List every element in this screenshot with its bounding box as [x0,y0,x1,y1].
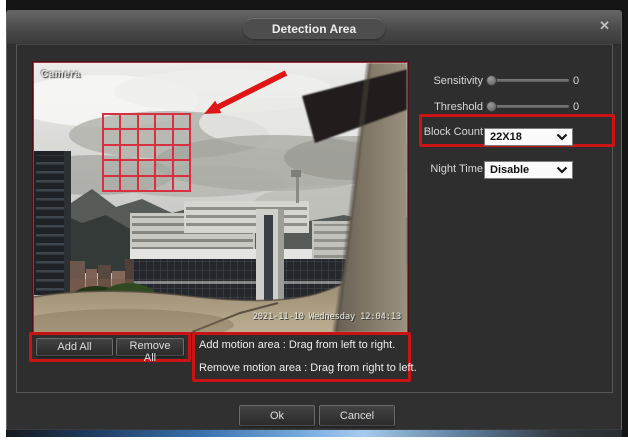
camera-preview-surface[interactable]: Camera 2021-11-10 Wednesday 12:04:13 [32,61,409,334]
block-count-selected: 22X18 [490,131,522,143]
threshold-slider-track[interactable] [491,105,569,108]
add-all-button[interactable]: Add All [36,338,113,356]
threshold-value: 0 [573,101,580,113]
chevron-down-icon [556,133,568,141]
grid-cell [103,114,121,130]
grid-cell [155,144,173,161]
grid-cell [137,175,156,191]
dialog-title: Detection Area [243,18,385,39]
camera-osd-label: Camera [41,69,81,80]
grid-cell [172,175,190,191]
remove-all-button[interactable]: Remove All [116,338,184,364]
chevron-down-icon [556,166,568,174]
grid-cell [120,114,138,130]
grid-cell [103,175,121,191]
left-tower [34,151,71,295]
cancel-button[interactable]: Cancel [319,405,395,426]
grid-cell [137,129,156,145]
sensitivity-slider[interactable] [486,75,572,87]
sensitivity-slider-track[interactable] [491,79,569,82]
grid-cell [137,160,156,176]
detection-area-dialog: Detection Area ✕ Camera 2021-11-10 Wedne… [6,10,622,430]
close-icon[interactable]: ✕ [599,19,610,33]
threshold-slider-thumb[interactable] [486,101,497,112]
sensitivity-slider-thumb[interactable] [486,75,497,86]
sensitivity-value: 0 [573,75,580,87]
block-count-label: Block Count [423,126,483,138]
night-time-label: Night Time [430,163,483,175]
grid-cell [103,160,121,176]
help-add-line: Add motion area : Drag from left to righ… [199,339,396,351]
grid-cell [103,129,121,145]
night-time-dropdown[interactable]: Disable [484,161,573,179]
page-accent-strip [6,430,622,437]
threshold-slider[interactable] [486,101,572,113]
block-count-dropdown[interactable]: 22X18 [484,128,573,146]
threshold-label: Threshold [434,101,483,113]
cityscape-photo [34,63,407,332]
ok-button[interactable]: Ok [239,405,315,426]
grid-cell [172,144,190,161]
grid-cell [120,144,138,161]
grid-cell [120,160,138,176]
help-remove-line: Remove motion area : Drag from right to … [199,362,417,374]
grid-cell [137,114,156,130]
dialog-titlebar: Detection Area ✕ [7,11,621,45]
grid-cell [120,129,138,145]
night-time-selected: Disable [490,164,530,176]
grid-cell [172,114,190,130]
detection-grid [102,113,191,192]
grid-cell [155,129,173,145]
grid-cell [172,160,190,176]
grid-cell [103,144,121,161]
grid-cell [155,175,173,191]
camera-osd-timestamp: 2021-11-10 Wednesday 12:04:13 [252,312,402,322]
grid-cell [155,114,173,130]
grid-cell [155,160,173,176]
grid-cell [172,129,190,145]
sensitivity-label: Sensitivity [433,75,483,87]
grid-cell [137,144,156,161]
grid-cell [120,175,138,191]
